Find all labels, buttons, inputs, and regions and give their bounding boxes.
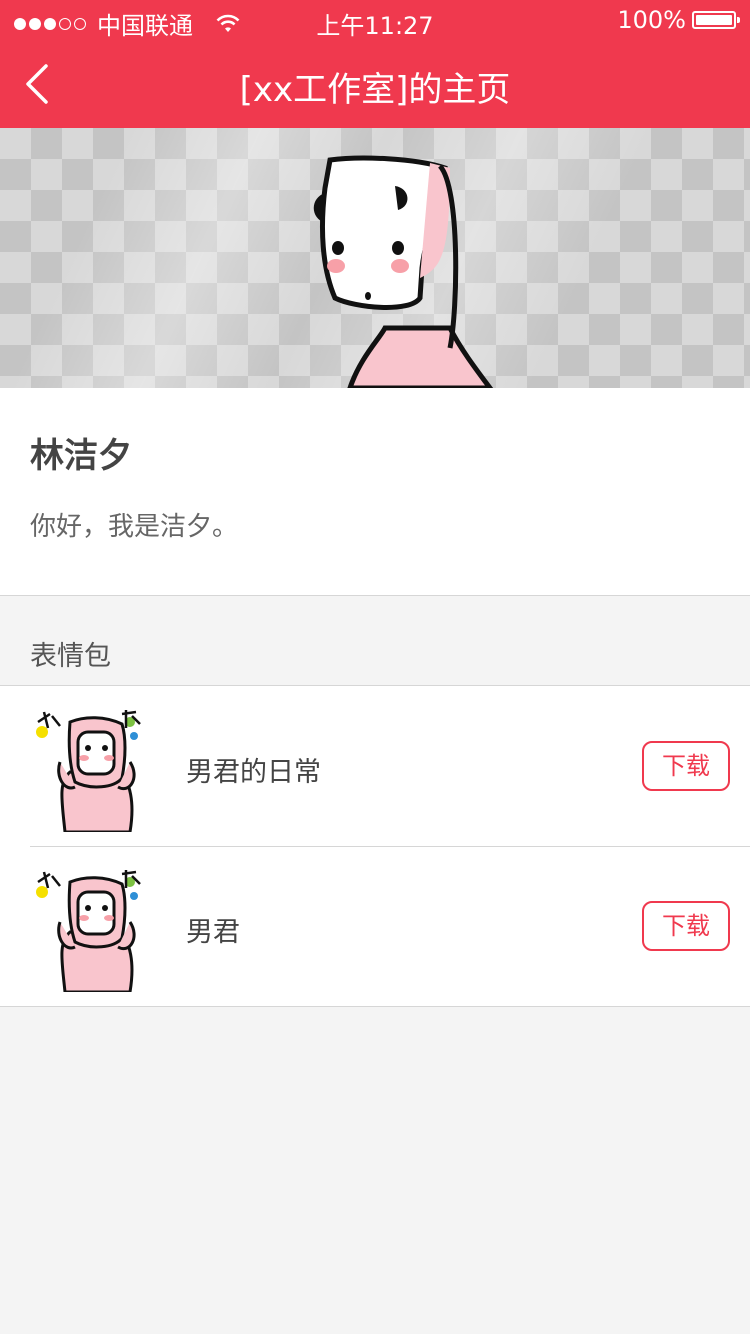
profile-banner [0, 128, 750, 388]
pack-title: 男君的日常 [186, 757, 321, 788]
download-button[interactable]: 下载 [642, 901, 730, 951]
sticker-thumbnail [36, 710, 141, 832]
list-item[interactable]: 男君 下载 [0, 846, 750, 1006]
profile-name: 林洁夕 [30, 436, 132, 476]
sticker-thumbnail [36, 870, 141, 992]
pack-title: 男君 [186, 917, 240, 948]
battery-icon [692, 11, 740, 29]
profile-bio: 你好，我是洁夕。 [30, 512, 239, 542]
section-header: 表情包 [0, 596, 750, 686]
download-button[interactable]: 下载 [642, 741, 730, 791]
section-title: 表情包 [30, 641, 111, 672]
page-title: [xx工作室]的主页 [239, 70, 511, 110]
profile-card: 林洁夕 你好，我是洁夕。 [0, 388, 750, 596]
battery-info: 100% [617, 6, 740, 34]
status-bar: 中国联通 上午11:27 100% [0, 0, 750, 40]
sticker-pack-list: 男君的日常 下载 男君 下载 [0, 686, 750, 1007]
list-item[interactable]: 男君的日常 下载 [0, 686, 750, 846]
character-illustration [313, 155, 494, 388]
navigation-bar: [xx工作室]的主页 [0, 40, 750, 128]
battery-percent: 100% [617, 6, 686, 34]
